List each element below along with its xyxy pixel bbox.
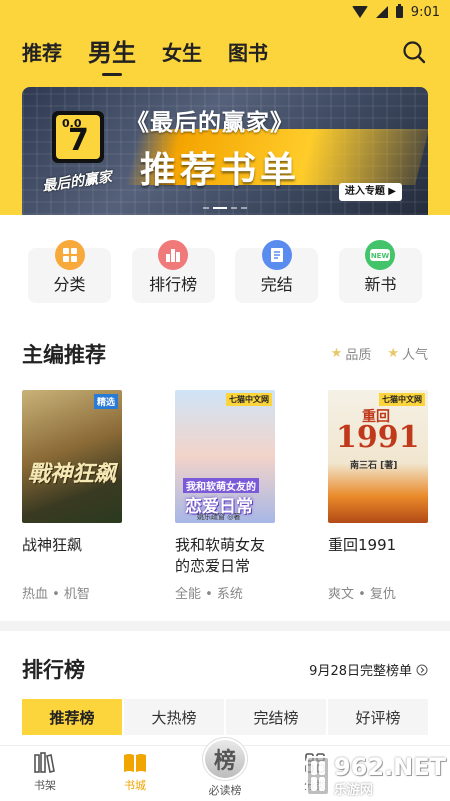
entry-new-books[interactable]: NEW 新书 [338,240,422,303]
filter-label: 品质 [345,348,372,363]
book-title: 重回1991 [328,536,397,554]
watermark-subtext: 乐游网 [333,782,373,798]
nav-label: 必读榜 [208,784,242,797]
nav-bookshelf[interactable]: 书架 [15,752,75,793]
book-card[interactable]: 精选 戰神狂飙 战神狂飙 热血 • 机智 [22,390,122,602]
app-logo: 0.0 7 [52,111,104,163]
app-root: 9:01 推荐 男生 女生 图书 0.0 7 最后的赢家 《最后的赢家》 推荐书… [0,0,450,801]
cover-badge: 七猫中文网 [226,393,272,406]
watermark-logo-icon [306,756,330,796]
banner-title: 《最后的赢家》 [126,110,294,136]
carousel-dot-active [213,207,227,209]
category-icon [54,240,85,270]
carousel-indicator [203,207,247,209]
editor-section-title: 主编推荐 [22,343,106,367]
wifi-icon [351,6,368,18]
watermark-text: 962.NET [333,752,446,781]
search-icon [403,41,426,64]
nav-label: 书架 [34,779,56,792]
channel-tabs: 推荐 男生 女生 图书 [22,34,268,70]
star-icon: ★ [330,346,343,361]
cover-author: 南三石 [著] [350,461,398,471]
tab-male[interactable]: 男生 [88,36,136,70]
cover-title: 戰神狂飙 [28,461,117,487]
book-title: 战神狂飙 [22,536,83,554]
entry-category[interactable]: 分类 [28,240,111,303]
bottom-nav: 书架 书城 榜 必读榜 分类 962.NET [0,738,450,801]
promo-banner[interactable]: 0.0 7 最后的赢家 《最后的赢家》 推荐书单 进入专题 ▶ [22,87,428,215]
tab-books[interactable]: 图书 [228,36,268,70]
site-watermark: 962.NET 乐游网 [306,752,446,798]
full-rank-link[interactable]: 9月28日完整榜单 [309,660,428,679]
cover-title: 1991 [336,420,420,455]
book-card[interactable]: 七猫中文网 重回 1991 南三石 [著] 重回1991 爽文 • 复仇 [328,390,428,602]
must-read-icon: 榜 [203,738,247,780]
bookstore-icon [124,754,146,772]
carousel-dot [231,207,237,209]
filter-quality[interactable]: ★ 品质 [331,344,372,363]
tab-rating-rank[interactable]: 好评榜 [328,699,428,735]
cover-badge: 七猫中文网 [379,393,425,406]
entry-ranking[interactable]: 排行榜 [131,240,215,303]
header-area: 9:01 推荐 男生 女生 图书 0.0 7 最后的赢家 《最后的赢家》 推荐书… [0,0,450,215]
section-divider [0,621,450,631]
finished-icon [261,240,292,270]
tab-finished-rank[interactable]: 完结榜 [226,699,326,735]
tab-recommend[interactable]: 推荐 [22,36,62,70]
status-time: 9:01 [410,4,440,20]
editor-book-list: 精选 戰神狂飙 战神狂飙 热血 • 机智 七猫中文网 我和软萌女友的 恋爱日常 … [22,390,428,602]
banner-enter-button[interactable]: 进入专题 ▶ [338,183,402,201]
book-cover: 七猫中文网 我和软萌女友的 恋爱日常 姚乐疏窗 ◎著 [175,390,275,523]
book-card[interactable]: 七猫中文网 我和软萌女友的 恋爱日常 姚乐疏窗 ◎著 我和软萌女友的恋爱日常 全… [175,390,275,602]
cover-badge: 精选 [93,394,118,409]
nav-bookstore[interactable]: 书城 [105,752,165,793]
banner-subtitle: 推荐书单 [140,150,301,191]
filter-label: 人气 [401,348,428,363]
ranking-icon [158,240,189,270]
entry-label: 分类 [53,275,86,294]
tab-hot-rank[interactable]: 大热榜 [124,699,224,735]
nav-label: 书城 [124,779,146,792]
full-rank-label: 9月28日完整榜单 [309,664,412,679]
rank-section-title: 排行榜 [22,658,85,682]
book-tags: 热血 • 机智 [22,587,90,602]
quick-entries: 分类 排行榜 完结 NEW 新书 [28,240,422,303]
book-tags: 爽文 • 复仇 [328,587,396,602]
book-cover: 七猫中文网 重回 1991 南三石 [著] [328,390,428,523]
status-bar: 9:01 [0,0,450,24]
carousel-dot [203,207,209,209]
battery-icon [395,4,403,18]
nav-must-read[interactable]: 榜 必读榜 [196,738,254,798]
bookshelf-icon [34,752,55,773]
svg-text:NEW: NEW [371,252,390,260]
book-tags: 全能 • 系统 [175,587,243,602]
entry-finished[interactable]: 完结 [235,240,319,303]
must-read-badge: 榜 [213,749,236,774]
logo-number: 7 [68,123,89,158]
filter-popularity[interactable]: ★ 人气 [387,344,428,363]
new-book-icon: NEW [365,240,396,270]
book-title: 我和软萌女友的恋爱日常 [175,536,266,575]
tab-recommend-rank[interactable]: 推荐榜 [22,699,122,735]
signal-icon [375,6,388,18]
rank-tabs: 推荐榜 大热榜 完结榜 好评榜 [22,699,428,735]
chevron-right-icon [416,664,428,675]
star-icon: ★ [387,346,399,361]
book-cover: 精选 戰神狂飙 [22,390,122,523]
entry-label: 排行榜 [149,275,198,294]
tab-female[interactable]: 女生 [162,36,202,70]
search-button[interactable] [402,40,426,64]
entry-label: 完结 [260,275,293,294]
editor-filters: ★ 品质 ★ 人气 [331,344,428,363]
carousel-dot [241,207,247,209]
cover-top-text: 我和软萌女友的 [183,478,259,493]
entry-label: 新书 [364,275,397,294]
cover-author: 姚乐疏窗 ◎著 [197,513,241,521]
